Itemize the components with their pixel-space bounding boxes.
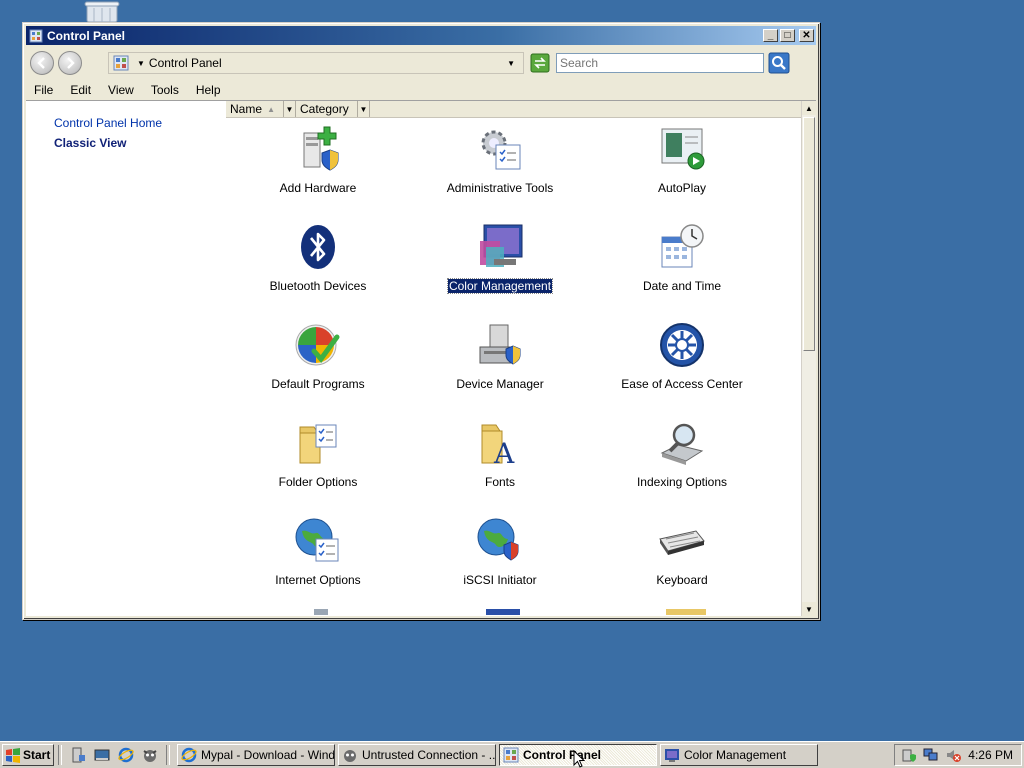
color-management-icon	[480, 224, 523, 267]
default-programs-icon	[295, 324, 340, 366]
start-button[interactable]: Start	[2, 744, 54, 766]
search-icon[interactable]	[768, 52, 790, 74]
item-iscsi-initiator[interactable]: iSCSI Initiator	[415, 517, 585, 587]
title-bar[interactable]: Control Panel _ □ ✕	[26, 26, 816, 45]
security-tray-icon[interactable]	[901, 747, 917, 763]
control-panel-icon	[113, 55, 129, 71]
classic-view-link[interactable]: Classic View	[54, 136, 127, 150]
item-bluetooth-devices[interactable]: Bluetooth Devices	[233, 223, 403, 293]
item-fonts[interactable]: A Fonts	[415, 419, 585, 489]
svg-text:A: A	[493, 437, 515, 467]
item-keyboard[interactable]: Keyboard	[597, 517, 767, 587]
administrative-tools-icon	[481, 130, 521, 170]
recycle-bin-icon[interactable]	[84, 0, 120, 23]
color-management-icon	[665, 749, 679, 762]
network-tray-icon[interactable]	[923, 747, 939, 763]
forward-arrow-icon	[67, 57, 75, 69]
control-panel-icon	[503, 747, 519, 763]
window-title: Control Panel	[47, 28, 126, 43]
taskbar-separator	[58, 745, 62, 765]
scroll-up-icon[interactable]: ▲	[802, 101, 816, 115]
item-color-management[interactable]: Color Management	[415, 223, 585, 294]
address-bar[interactable]: ▼ Control Panel ▼	[108, 52, 524, 74]
ie-icon	[181, 747, 197, 763]
clock[interactable]: 4:26 PM	[968, 748, 1013, 762]
column-category[interactable]: Category	[296, 101, 358, 117]
close-button[interactable]: ✕	[799, 29, 814, 42]
maximize-button[interactable]: □	[780, 29, 795, 42]
refresh-icon[interactable]	[530, 53, 550, 73]
item-indexing-options[interactable]: Indexing Options	[597, 419, 767, 489]
sort-ascending-icon: ▲	[267, 104, 275, 114]
taskbar-separator	[166, 745, 170, 765]
indexing-options-icon	[660, 423, 704, 465]
internet-options-icon	[295, 518, 339, 562]
keyboard-icon	[659, 530, 705, 555]
menu-help[interactable]: Help	[188, 83, 230, 97]
add-hardware-icon	[303, 126, 339, 171]
partial-item-icon	[486, 609, 520, 615]
iscsi-initiator-icon	[477, 518, 519, 561]
taskbar-button-untrusted-connection[interactable]: Untrusted Connection - ...	[338, 744, 496, 766]
menu-bar: File Edit View Tools Help	[26, 80, 816, 100]
back-arrow-icon	[37, 57, 45, 69]
item-default-programs[interactable]: Default Programs	[233, 321, 403, 391]
address-dropdown-icon[interactable]: ▼	[507, 59, 515, 68]
scroll-thumb[interactable]	[803, 117, 815, 351]
date-time-icon	[661, 224, 704, 268]
item-ease-of-access-center[interactable]: Ease of Access Center	[597, 321, 767, 391]
ease-of-access-icon	[660, 323, 704, 367]
taskbar: Start Mypal - Download - Wind... Untrust…	[0, 741, 1024, 768]
vertical-scrollbar[interactable]: ▲ ▼	[801, 101, 816, 616]
menu-view[interactable]: View	[100, 83, 143, 97]
column-header: Name ▲ ▼ Category ▼	[226, 101, 802, 118]
control-panel-home-link[interactable]: Control Panel Home	[54, 116, 162, 130]
mouse-cursor-icon	[573, 750, 585, 768]
back-button[interactable]	[30, 51, 54, 75]
autoplay-icon	[661, 128, 705, 170]
volume-muted-icon[interactable]	[945, 747, 961, 763]
column-name-dropdown-icon[interactable]: ▼	[284, 101, 296, 117]
server-manager-icon[interactable]	[68, 745, 88, 765]
item-device-manager[interactable]: Device Manager	[415, 321, 585, 391]
control-panel-window: Control Panel _ □ ✕ ▼ Control Panel ▼ Se…	[22, 22, 820, 620]
item-date-and-time[interactable]: Date and Time	[597, 223, 767, 293]
item-folder-options[interactable]: Folder Options	[233, 419, 403, 489]
scroll-down-icon[interactable]: ▼	[802, 602, 816, 616]
item-autoplay[interactable]: AutoPlay	[597, 125, 767, 195]
device-manager-icon	[479, 324, 521, 365]
taskbar-button-mypal-download[interactable]: Mypal - Download - Wind...	[177, 744, 335, 766]
menu-file[interactable]: File	[26, 83, 62, 97]
mypal-icon[interactable]	[140, 745, 160, 765]
start-label: Start	[23, 748, 51, 762]
item-internet-options[interactable]: Internet Options	[233, 517, 403, 587]
search-input[interactable]	[556, 53, 764, 73]
address-toolbar: ▼ Control Panel ▼	[26, 47, 816, 79]
system-tray: 4:26 PM	[894, 744, 1022, 766]
windows-logo-icon	[6, 748, 20, 763]
folder-options-icon	[299, 424, 337, 464]
fonts-icon: A	[481, 424, 515, 470]
menu-edit[interactable]: Edit	[62, 83, 100, 97]
item-administrative-tools[interactable]: Administrative Tools	[415, 125, 585, 195]
breadcrumb-arrow-icon[interactable]: ▼	[137, 59, 145, 68]
show-desktop-icon[interactable]	[92, 745, 112, 765]
task-pane: Control Panel Home Classic View	[26, 101, 226, 616]
column-name[interactable]: Name ▲	[226, 101, 284, 117]
bluetooth-icon	[301, 225, 335, 269]
taskbar-button-color-management[interactable]: Color Management	[660, 744, 818, 766]
address-path[interactable]: Control Panel	[149, 56, 507, 70]
partial-item-icon	[314, 609, 328, 615]
column-category-dropdown-icon[interactable]: ▼	[358, 101, 370, 117]
item-add-hardware[interactable]: Add Hardware	[233, 125, 403, 195]
partial-item-icon	[666, 609, 706, 615]
items-grid: Add Hardware Administrative Tools AutoPl…	[226, 119, 802, 616]
minimize-button[interactable]: _	[763, 29, 778, 42]
mypal-icon	[344, 750, 356, 762]
content-area: Control Panel Home Classic View Name ▲ ▼…	[26, 100, 816, 616]
internet-explorer-icon[interactable]	[116, 745, 136, 765]
menu-tools[interactable]: Tools	[143, 83, 188, 97]
forward-button[interactable]	[58, 51, 82, 75]
control-panel-icon	[29, 29, 43, 42]
